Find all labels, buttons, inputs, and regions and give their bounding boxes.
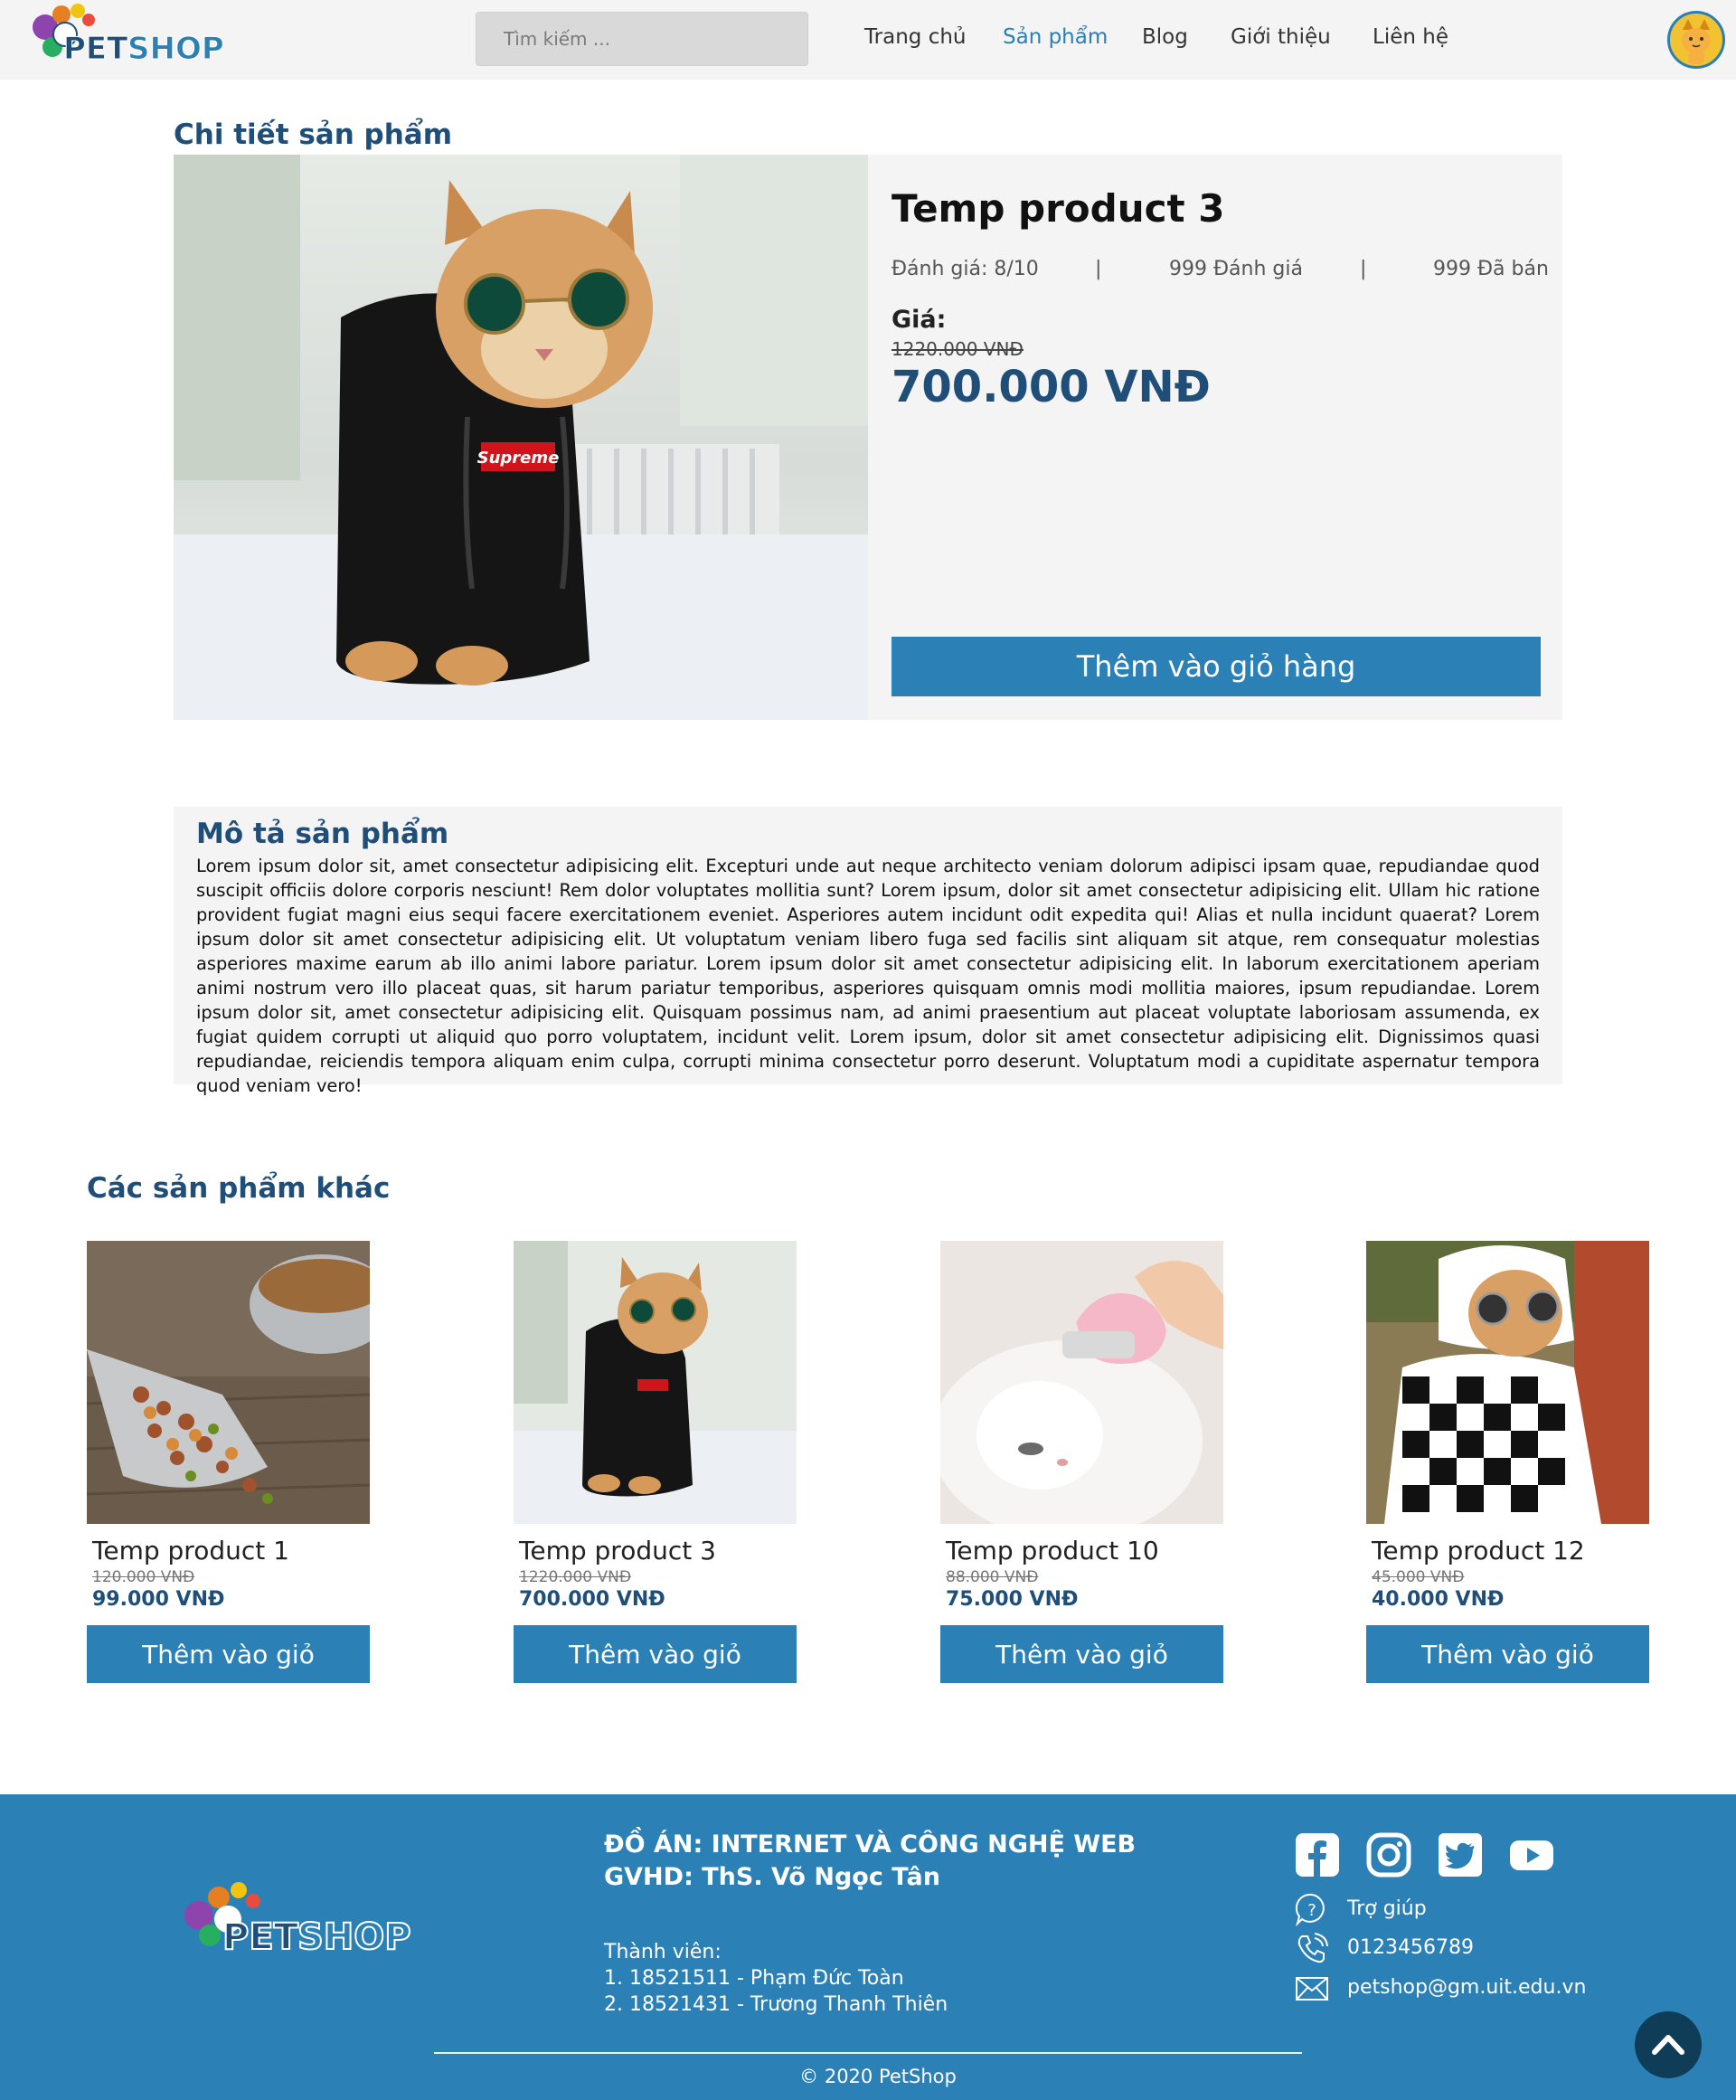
project-title: ĐỒ ÁN: INTERNET VÀ CÔNG NGHỆ WEB <box>604 1830 1137 1859</box>
svg-text:?: ? <box>1307 1901 1316 1920</box>
nav-blog[interactable]: Blog <box>1142 25 1188 49</box>
product-sold-count: 999 Đã bán <box>1433 258 1549 280</box>
card-product-name[interactable]: Temp product 10 <box>946 1536 1159 1566</box>
members-label: Thành viên: <box>604 1941 722 1963</box>
sale-price: 700.000 VNĐ <box>892 362 1211 412</box>
phone-icon <box>1297 1933 1328 1963</box>
email-icon <box>1296 1977 1328 2001</box>
twitter-icon[interactable] <box>1438 1832 1483 1878</box>
card-sale-price: 700.000 VNĐ <box>519 1588 665 1611</box>
project-info: ĐỒ ÁN: INTERNET VÀ CÔNG NGHỆ WEB GVHD: T… <box>604 1829 1136 1894</box>
facebook-icon[interactable] <box>1295 1832 1340 1878</box>
product-main-image: Supreme <box>174 155 868 720</box>
svg-text:SHOP: SHOP <box>127 31 224 67</box>
instagram-icon[interactable] <box>1366 1832 1411 1878</box>
project-advisor: GVHD: ThS. Võ Ngọc Tân <box>604 1863 940 1891</box>
footer-petshop-logo[interactable]: PET SHOP <box>177 1872 412 1963</box>
footer-divider <box>434 2052 1302 2054</box>
top-navbar: PET SHOP Trang chủ Sản phẩm Blog Giới th… <box>0 0 1736 80</box>
nav-products[interactable]: Sản phẩm <box>1003 25 1108 49</box>
user-avatar[interactable] <box>1667 11 1725 69</box>
card-original-price: 45.000 VNĐ <box>1372 1568 1465 1586</box>
description-text: Lorem ipsum dolor sit, amet consectetur … <box>196 856 1540 1096</box>
related-section-title: Các sản phẩm khác <box>87 1172 391 1205</box>
card-sale-price: 75.000 VNĐ <box>946 1588 1079 1611</box>
nav-about[interactable]: Giới thiệu <box>1231 25 1331 49</box>
card-add-to-cart-button[interactable]: Thêm vào giỏ <box>1366 1625 1649 1683</box>
card-add-to-cart-button[interactable]: Thêm vào giỏ <box>940 1625 1223 1683</box>
product-thumbnail[interactable] <box>1366 1241 1649 1524</box>
search-input[interactable] <box>476 12 808 66</box>
detail-section-title: Chi tiết sản phẩm <box>174 118 453 151</box>
product-rating: Đánh giá: 8/10 <box>892 258 1039 280</box>
cat-avatar-icon <box>1682 19 1711 64</box>
svg-text:PET: PET <box>222 1916 299 1958</box>
product-thumbnail[interactable] <box>514 1241 797 1524</box>
card-original-price: 120.000 VNĐ <box>92 1568 195 1586</box>
card-add-to-cart-button[interactable]: Thêm vào giỏ <box>514 1625 797 1683</box>
product-thumbnail[interactable] <box>940 1241 1223 1524</box>
team-members: Thành viên: 1. 18521511 - Phạm Đức Toàn … <box>604 1939 948 2018</box>
copyright-text: © 2020 PetShop <box>799 2066 957 2087</box>
card-product-name[interactable]: Temp product 3 <box>519 1536 716 1566</box>
help-text[interactable]: Trợ giúp <box>1347 1897 1427 1920</box>
youtube-icon[interactable] <box>1509 1832 1554 1878</box>
member-item: 2. 18521431 - Trương Thanh Thiên <box>604 1993 948 2016</box>
meta-separator: | <box>1360 258 1367 280</box>
card-sale-price: 40.000 VNĐ <box>1372 1588 1505 1611</box>
svg-text:Supreme: Supreme <box>477 449 560 468</box>
description-title: Mô tả sản phẩm <box>196 818 449 850</box>
original-price: 1220.000 VNĐ <box>892 338 1024 360</box>
email-address[interactable]: petshop@gm.uit.edu.vn <box>1347 1976 1586 1999</box>
card-original-price: 88.000 VNĐ <box>946 1568 1039 1586</box>
add-to-cart-button[interactable]: Thêm vào giỏ hàng <box>892 637 1541 696</box>
card-product-name[interactable]: Temp product 12 <box>1372 1536 1585 1566</box>
price-label: Giá: <box>892 306 947 334</box>
card-original-price: 1220.000 VNĐ <box>519 1568 632 1586</box>
product-name: Temp product 3 <box>892 186 1225 231</box>
card-add-to-cart-button[interactable]: Thêm vào giỏ <box>87 1625 370 1683</box>
nav-home[interactable]: Trang chủ <box>864 25 967 49</box>
chevron-up-icon <box>1652 2035 1684 2055</box>
scroll-to-top-button[interactable] <box>1635 2011 1702 2078</box>
svg-text:PET: PET <box>63 31 128 67</box>
svg-text:SHOP: SHOP <box>297 1916 411 1958</box>
nav-contact[interactable]: Liên hệ <box>1373 25 1448 49</box>
petshop-logo[interactable]: PET SHOP <box>25 2 224 71</box>
product-review-count: 999 Đánh giá <box>1169 258 1303 280</box>
card-sale-price: 99.000 VNĐ <box>92 1588 225 1611</box>
meta-separator: | <box>1095 258 1102 280</box>
member-item: 1. 18521511 - Phạm Đức Toàn <box>604 1967 904 1990</box>
help-icon: ? <box>1295 1893 1325 1926</box>
product-thumbnail[interactable] <box>87 1241 370 1524</box>
card-product-name[interactable]: Temp product 1 <box>92 1536 289 1566</box>
phone-number[interactable]: 0123456789 <box>1347 1936 1474 1959</box>
